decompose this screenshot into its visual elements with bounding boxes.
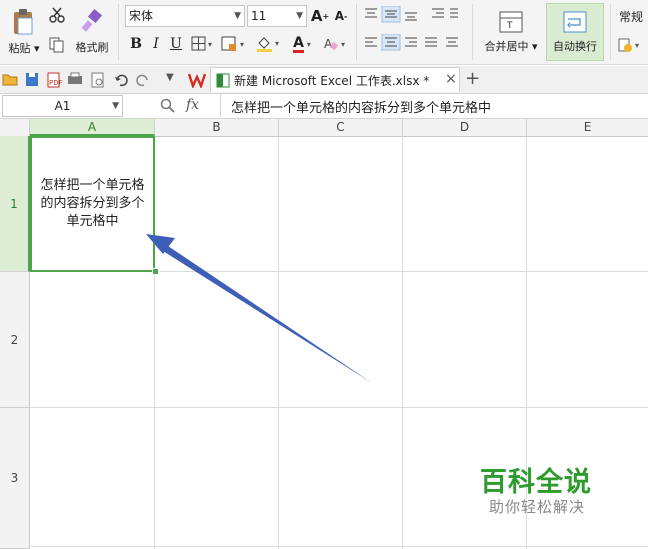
chevron-down-icon: ▼	[296, 11, 303, 21]
paste-button[interactable]: 粘贴 ▾	[4, 4, 44, 60]
svg-text:▾: ▾	[208, 40, 212, 49]
new-tab-button[interactable]: +	[465, 68, 480, 89]
svg-text:A: A	[324, 37, 333, 51]
underline-button[interactable]: U	[167, 33, 185, 55]
cell-a1-text: 怎样把一个单元格的内容拆分到多个单元格中	[40, 178, 145, 229]
row-header-2[interactable]: 2	[0, 272, 30, 408]
column-header-c[interactable]: C	[279, 119, 403, 136]
cell-a1[interactable]: 怎样把一个单元格的内容拆分到多个单元格中	[30, 136, 155, 272]
svg-text:▾: ▾	[341, 40, 345, 49]
eraser-icon: A ▾	[324, 37, 345, 51]
merge-center-button[interactable]: T 合并居中 ▾	[478, 4, 544, 60]
toolbar-more-icon[interactable]: ▼	[166, 72, 174, 83]
cut-button[interactable]	[46, 4, 68, 26]
ribbon: 粘贴 ▾ 格式刷 宋体 ▼ 11 ▼ A + A- B I U ▾ ▾ ▾ A …	[0, 0, 648, 65]
svg-text:T: T	[506, 21, 513, 31]
select-all-corner[interactable]	[0, 119, 30, 136]
coins-icon: ▾	[618, 38, 639, 52]
clear-format-button[interactable]: A ▾	[322, 33, 350, 55]
border-icon: ▾	[191, 36, 212, 51]
font-name-select[interactable]: 宋体 ▼	[125, 5, 245, 27]
wps-logo-icon	[188, 73, 206, 88]
tab-title: 新建 Microsoft Excel 工作表.xlsx *	[234, 74, 430, 88]
wrap-text-button[interactable]: 自动换行	[546, 3, 604, 61]
currency-format-button[interactable]: ▾	[616, 34, 646, 56]
brush-icon	[81, 9, 103, 32]
scissors-icon	[49, 7, 65, 23]
svg-text:PDF: PDF	[49, 79, 63, 87]
spreadsheet-file-icon	[216, 73, 230, 88]
close-tab-icon[interactable]: ×	[445, 71, 457, 87]
chevron-down-icon: ▼	[234, 11, 241, 21]
paint-bucket-icon: ▾	[257, 37, 279, 52]
font-color-button[interactable]: A ▾	[288, 33, 316, 55]
number-format-select[interactable]: 常规	[619, 8, 643, 25]
watermark-brand: 百科全说	[480, 467, 592, 498]
cell-style-button[interactable]: ▾	[220, 33, 250, 55]
formula-bar: A1 ▼ fx 怎样把一个单元格的内容拆分到多个单元格中	[0, 94, 648, 119]
copy-icon	[49, 37, 64, 53]
watermark-slogan: 助你轻松解决	[489, 498, 586, 516]
wrap-text-icon	[563, 11, 587, 33]
svg-text:▾: ▾	[275, 39, 279, 48]
formula-input[interactable]: 怎样把一个单元格的内容拆分到多个单元格中	[220, 94, 648, 117]
grid-style-icon: ▾	[221, 36, 244, 51]
column-headers: A B C D E	[0, 119, 648, 137]
format-painter-button[interactable]: 格式刷	[72, 4, 112, 60]
fill-handle[interactable]	[152, 268, 159, 275]
vertical-align-icons[interactable]	[362, 6, 460, 24]
column-header-d[interactable]: D	[403, 119, 527, 136]
copy-button[interactable]	[46, 34, 68, 56]
function-button[interactable]: fx	[186, 97, 199, 113]
row-header-1[interactable]: 1	[0, 136, 30, 272]
chevron-down-icon: ▼	[112, 101, 119, 111]
italic-button[interactable]: I	[147, 33, 165, 55]
column-header-a[interactable]: A	[30, 119, 155, 136]
clipboard-icon	[14, 9, 33, 35]
tab-workbook[interactable]: 新建 Microsoft Excel 工作表.xlsx * ×	[210, 67, 460, 92]
svg-text:▾: ▾	[635, 41, 639, 50]
merge-cells-icon: T	[499, 11, 523, 33]
borders-button[interactable]: ▾	[190, 33, 218, 55]
bold-button[interactable]: B	[127, 33, 145, 55]
name-box[interactable]: A1 ▼	[2, 95, 123, 117]
fill-color-button[interactable]: ▾	[255, 33, 285, 55]
horizontal-align-icons[interactable]	[362, 34, 470, 52]
font-size-select[interactable]: 11 ▼	[247, 5, 307, 27]
row-header-3[interactable]: 3	[0, 408, 30, 549]
font-grow-button[interactable]: A +	[311, 5, 329, 27]
column-header-e[interactable]: E	[527, 119, 648, 136]
column-header-b[interactable]: B	[155, 119, 279, 136]
svg-text:▾: ▾	[240, 40, 244, 49]
zoom-icon[interactable]	[160, 98, 176, 114]
quick-access-icons[interactable]: PDF	[2, 71, 162, 89]
font-shrink-button[interactable]: A-	[332, 5, 350, 27]
